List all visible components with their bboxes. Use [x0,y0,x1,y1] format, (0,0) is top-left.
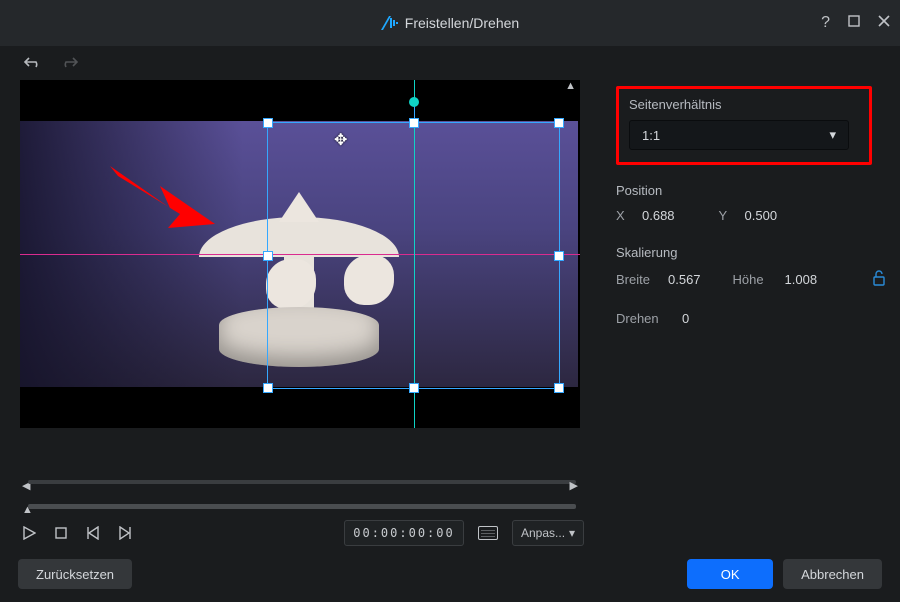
scale-width-label: Breite [616,272,656,287]
position-y-label: Y [719,208,733,223]
aspect-ratio-label: Seitenverhältnis [629,97,859,112]
zoom-scrollbar[interactable]: ◀ ▶ [20,474,584,490]
stop-button[interactable] [52,524,70,542]
history-toolbar [0,46,900,80]
properties-panel: Seitenverhältnis 1:1 ▾ Position X 0.688 … [604,80,900,546]
scale-height-label: Höhe [733,272,773,287]
aspect-ratio-value: 1:1 [642,128,660,143]
rotate-label: Drehen [616,311,668,326]
crop-handle-bl[interactable] [263,383,273,393]
crop-handle-r[interactable] [554,251,564,261]
zoom-right-icon[interactable]: ▶ [570,479,578,492]
scale-width-value[interactable]: 0.567 [668,272,701,287]
prev-frame-button[interactable] [84,524,102,542]
cancel-button[interactable]: Abbrechen [783,559,882,589]
title-bar: Freistellen/Drehen ? [0,0,900,46]
crop-handle-b[interactable] [409,383,419,393]
dialog-footer: Zurücksetzen OK Abbrechen [0,546,900,602]
redo-icon[interactable] [60,55,80,72]
chevron-down-icon: ▾ [829,127,836,143]
preview-canvas[interactable]: ✥ ▲ [20,80,580,428]
tick-top: ▲ [565,80,576,92]
maximize-icon[interactable] [848,15,860,31]
scale-label: Skalierung [616,245,886,260]
crop-rectangle[interactable] [267,122,560,389]
position-y-value[interactable]: 0.500 [745,208,778,223]
annotation-arrow [110,166,220,239]
position-label: Position [616,183,886,198]
window-controls: ? [821,0,890,46]
rotate-handle[interactable] [409,97,419,107]
timecode-display[interactable]: 00:00:00:00 [344,520,464,546]
position-group: Position X 0.688 Y 0.500 [616,183,886,223]
move-cursor-icon: ✥ [334,130,347,150]
rotate-value[interactable]: 0 [682,311,689,326]
timeline-scrubber[interactable]: ▲ [20,498,584,514]
ok-button[interactable]: OK [687,559,773,589]
crop-handle-br[interactable] [554,383,564,393]
position-x-label: X [616,208,630,223]
help-icon[interactable]: ? [821,15,830,31]
safe-zone-icon[interactable] [478,526,498,540]
scale-group: Skalierung Breite 0.567 Höhe 1.008 [616,245,886,289]
window-title-group: Freistellen/Drehen [381,15,519,31]
chevron-down-icon: ▾ [569,526,575,540]
window-title: Freistellen/Drehen [405,15,519,31]
app-logo-icon [381,16,399,30]
aspect-ratio-highlight: Seitenverhältnis 1:1 ▾ [616,86,872,165]
crop-handle-t[interactable] [409,118,419,128]
lock-aspect-icon[interactable] [872,270,886,289]
undo-icon[interactable] [22,55,42,72]
preview-pane: ✥ ▲ ◀ ▶ ▲ [0,80,604,546]
reset-button[interactable]: Zurücksetzen [18,559,132,589]
zoom-fit-select[interactable]: Anpas... ▾ [512,520,584,546]
scale-height-value[interactable]: 1.008 [785,272,818,287]
position-x-value[interactable]: 0.688 [642,208,675,223]
play-button[interactable] [20,524,38,542]
zoom-fit-label: Anpas... [521,526,565,540]
close-icon[interactable] [878,15,890,31]
crop-handle-tl[interactable] [263,118,273,128]
rotate-group: Drehen 0 [616,311,886,326]
aspect-ratio-select[interactable]: 1:1 ▾ [629,120,849,150]
crop-handle-tr[interactable] [554,118,564,128]
transport-bar: 00:00:00:00 Anpas... ▾ [0,514,604,546]
next-frame-button[interactable] [116,524,134,542]
crop-handle-l[interactable] [263,251,273,261]
